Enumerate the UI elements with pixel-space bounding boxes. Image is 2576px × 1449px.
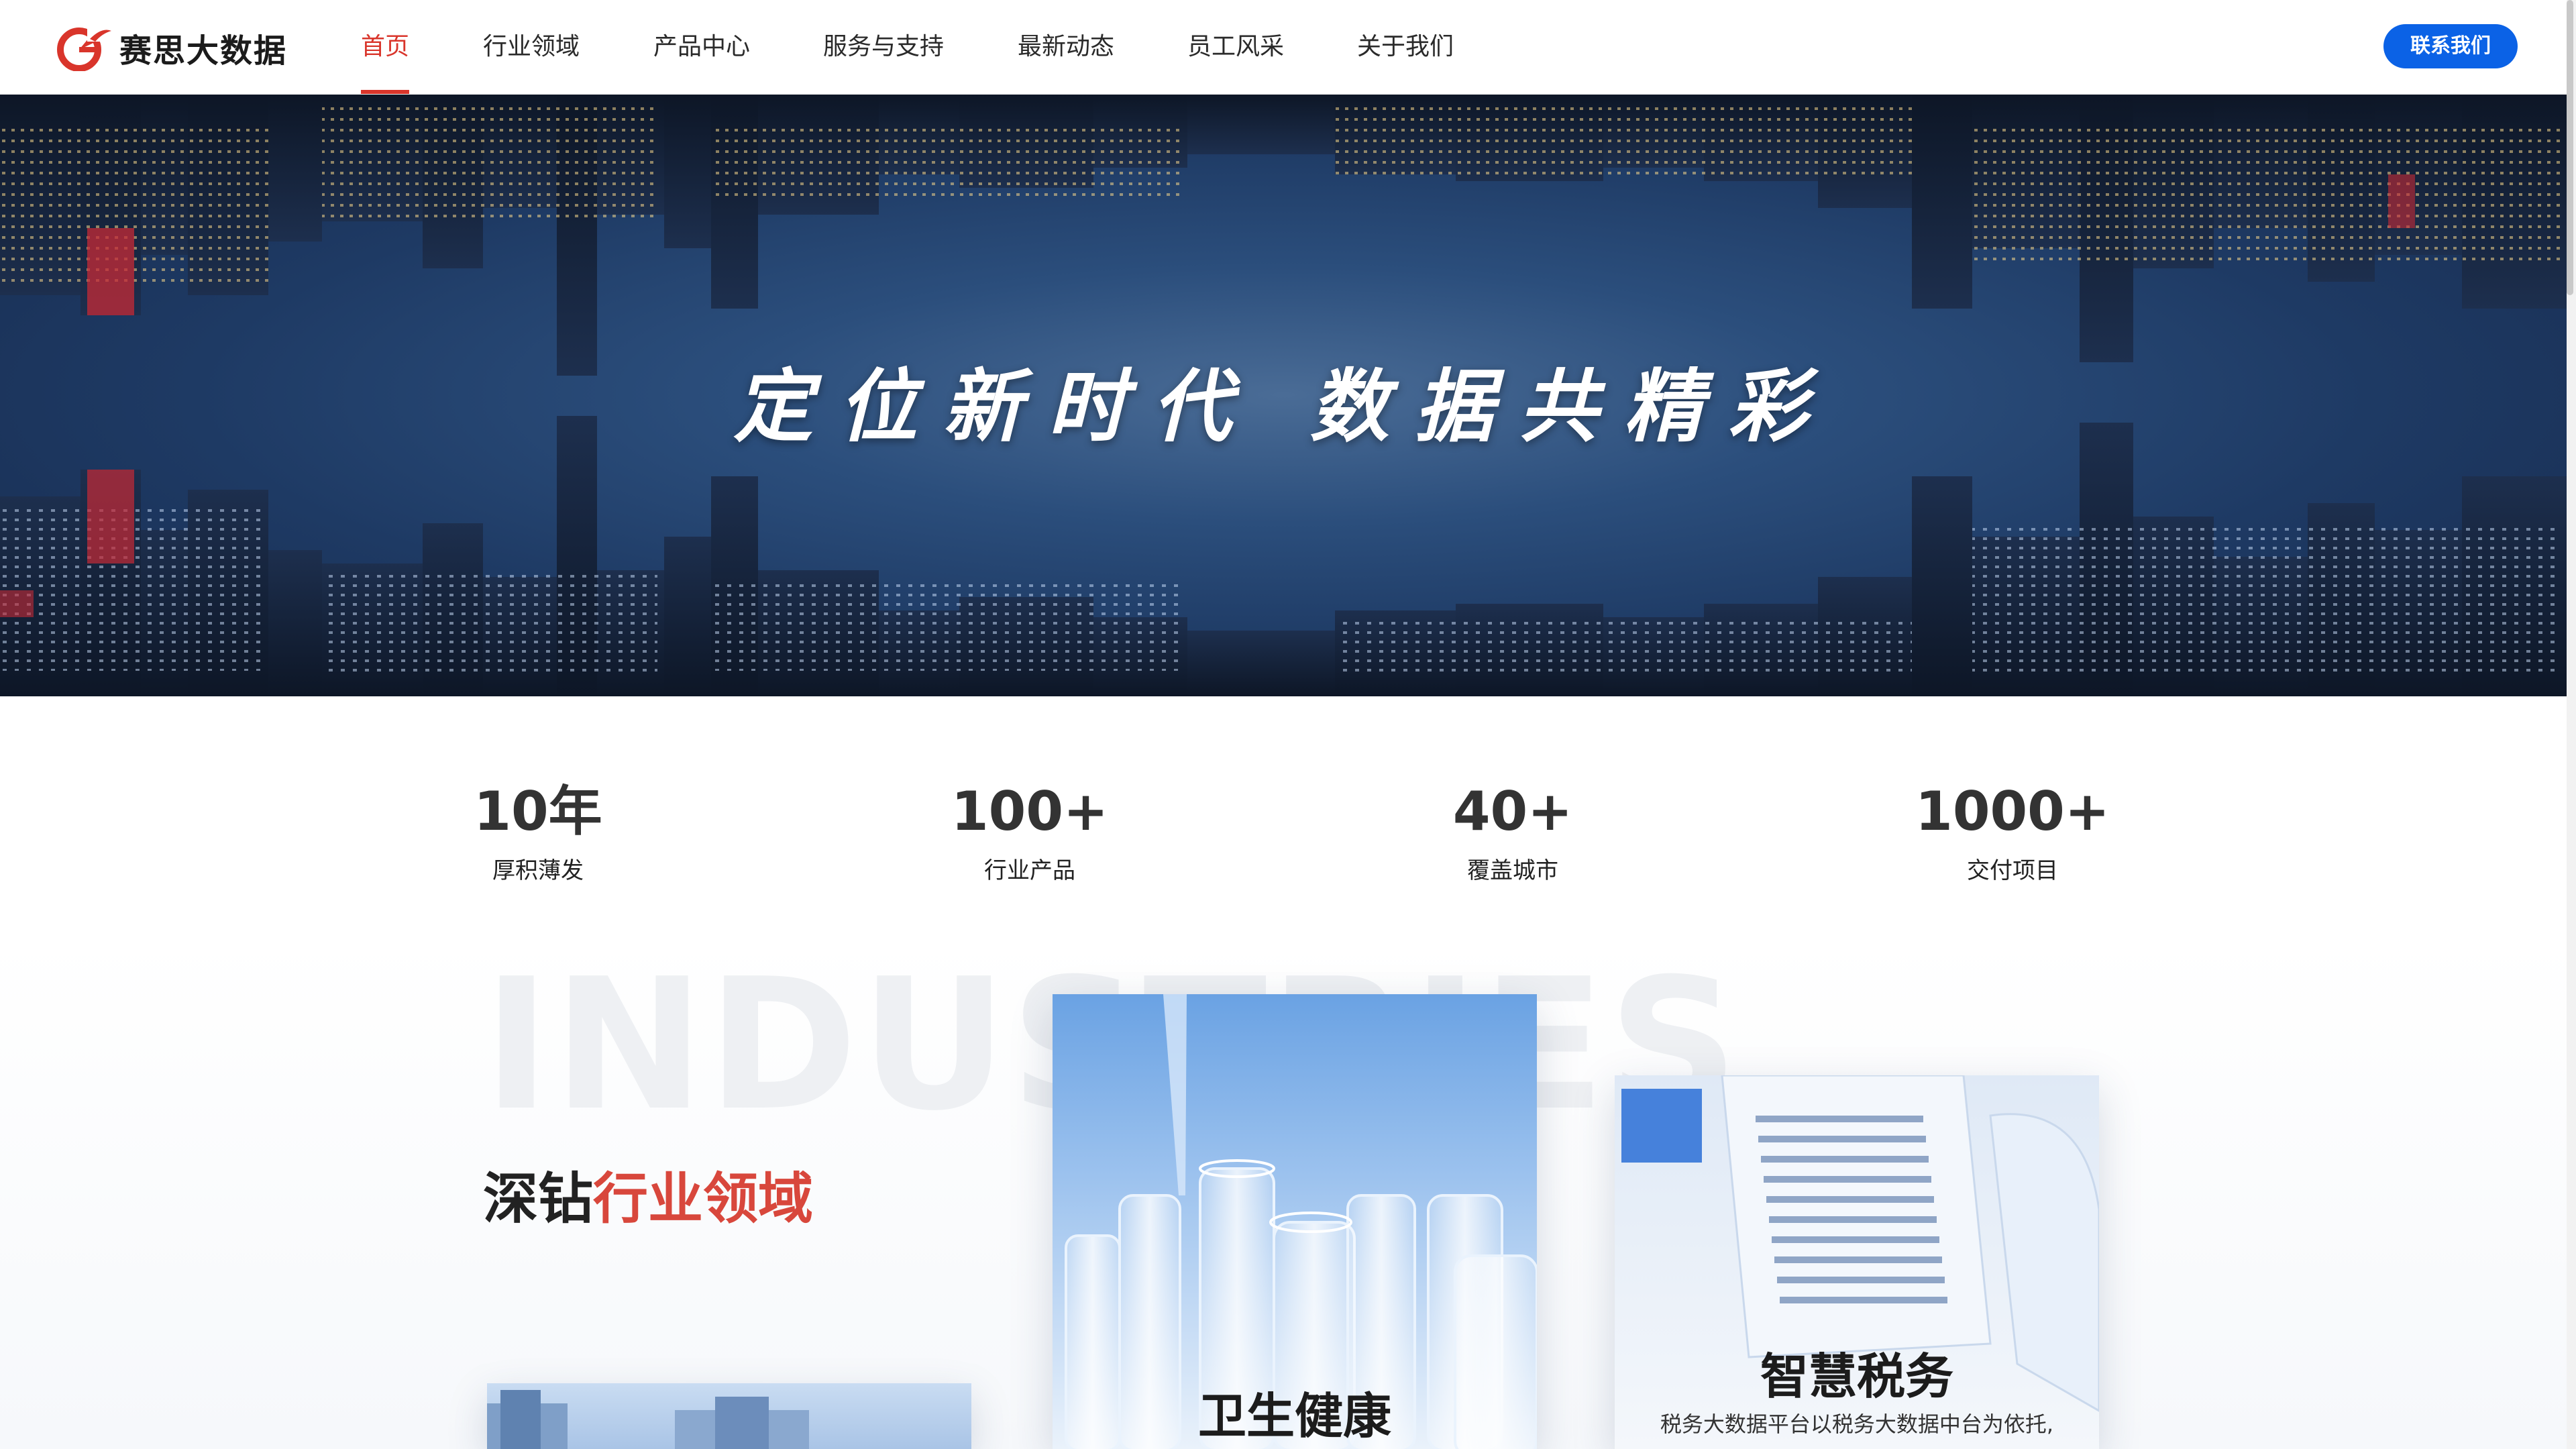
nav-home[interactable]: 首页 (361, 0, 410, 94)
nav-about[interactable]: 关于我们 (1357, 0, 1454, 94)
industry-card-city[interactable] (487, 1383, 971, 1449)
stat-projects: 1000+ 交付项目 (1892, 778, 2133, 885)
card-desc-tax: 税务大数据平台以税务大数据中台为依托, (1660, 1411, 2054, 1437)
city-building-image (487, 1390, 809, 1449)
heading-accent: 行业领域 (593, 1167, 814, 1231)
nav-news[interactable]: 最新动态 (1018, 0, 1114, 94)
scrollbar-thumb[interactable] (2567, 0, 2573, 295)
industries-heading: 深钻行业领域 (483, 1154, 813, 1234)
site-header: 赛思大数据 首页 行业领域 产品中心 服务与支持 最新动态 员工风采 关于我们 … (0, 0, 2576, 95)
stat-value: 40+ (1452, 780, 1573, 843)
card-title-tax: 智慧税务 (1760, 1348, 1953, 1405)
stat-label: 交付项目 (1967, 857, 2058, 884)
stat-years: 10年 厚积薄发 (417, 778, 659, 885)
stat-label: 覆盖城市 (1467, 857, 1558, 884)
stat-label: 行业产品 (984, 857, 1075, 884)
stat-value: 100+ (951, 780, 1109, 843)
logo-text: 赛思大数据 (119, 32, 288, 70)
page-scrollbar[interactable] (2567, 0, 2576, 1449)
swirl-logo-icon (57, 27, 111, 71)
stat-label: 厚积薄发 (492, 857, 584, 884)
nav-products[interactable]: 产品中心 (653, 0, 750, 94)
industry-card-tax[interactable]: 智慧税务 税务大数据平台以税务大数据中台为依托, (1615, 1075, 2099, 1449)
nav-industries[interactable]: 行业领域 (483, 0, 580, 94)
stat-products: 100+ 行业产品 (909, 778, 1150, 885)
site-logo[interactable]: 赛思大数据 (52, 22, 287, 73)
hero-title: 定位新时代 数据共精彩 (733, 360, 1833, 453)
stat-value: 10年 (474, 780, 602, 843)
nav-service-support[interactable]: 服务与支持 (823, 0, 944, 94)
hero-banner: 定位新时代 数据共精彩 (0, 94, 2567, 696)
industry-card-health[interactable]: 卫生健康 (1053, 994, 1537, 1449)
nav-staff[interactable]: 员工风采 (1187, 0, 1284, 94)
contact-us-button[interactable]: 联系我们 (2383, 24, 2518, 68)
card-title-health: 卫生健康 (1197, 1388, 1391, 1444)
stat-cities: 40+ 覆盖城市 (1392, 778, 1633, 885)
heading-plain: 深钻 (483, 1167, 594, 1231)
stat-value: 1000+ (1915, 780, 2110, 843)
